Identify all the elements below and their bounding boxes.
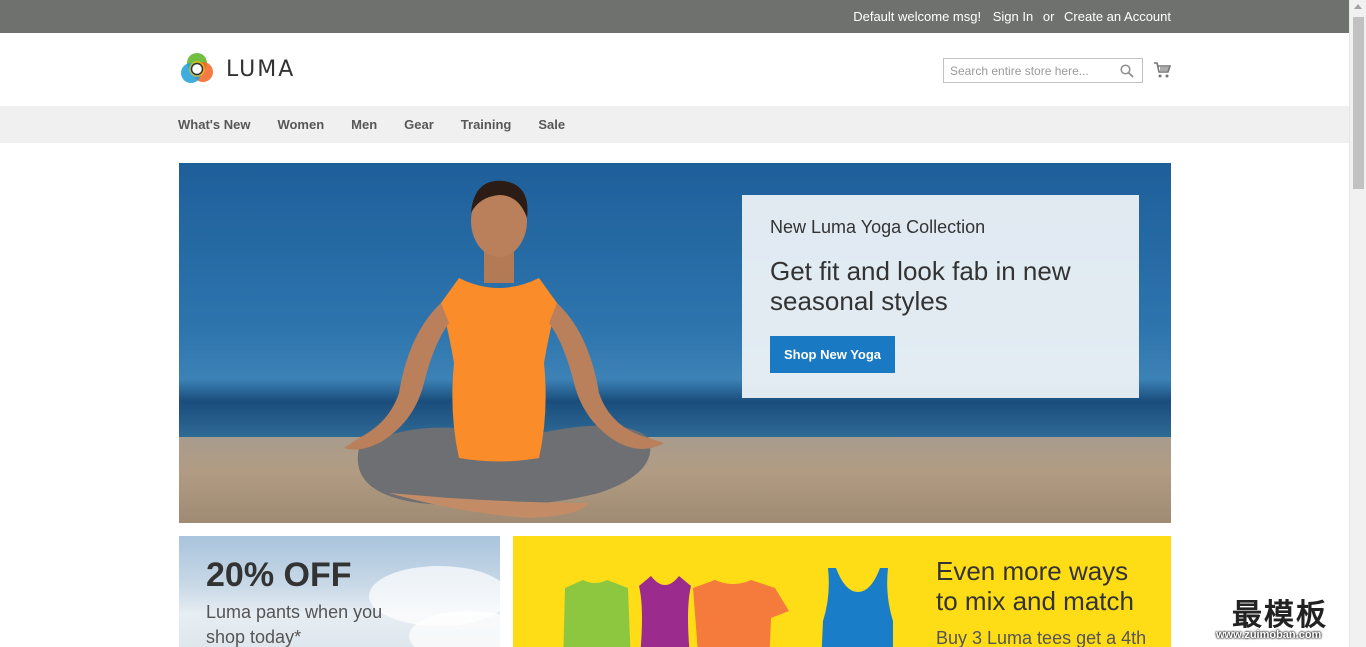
promo-pants-banner[interactable]: 20% OFF Luma pants when you shop today*: [179, 536, 500, 647]
search-input[interactable]: [944, 59, 1114, 82]
search-box: [943, 58, 1143, 83]
nav-item-training[interactable]: Training: [461, 106, 512, 143]
hero-title: Get fit and look fab in new seasonal sty…: [770, 256, 1071, 316]
create-account-link[interactable]: Create an Account: [1064, 9, 1171, 24]
logo-text: LUMA: [226, 56, 296, 82]
scrollbar[interactable]: [1349, 0, 1366, 647]
yoga-woman-image: [344, 180, 664, 518]
nav-item-sale[interactable]: Sale: [538, 106, 565, 143]
sign-in-link[interactable]: Sign In: [993, 9, 1033, 24]
scroll-up-arrow-icon[interactable]: [1354, 4, 1362, 9]
main-nav: What's New Women Men Gear Training Sale: [0, 106, 1349, 143]
promo-tees-banner[interactable]: Even more ways to mix and match Buy 3 Lu…: [513, 536, 1171, 647]
shop-new-yoga-button[interactable]: Shop New Yoga: [770, 336, 896, 373]
search-icon[interactable]: [1120, 64, 1134, 78]
scrollbar-thumb[interactable]: [1353, 17, 1364, 189]
watermark-url: www.zuimoban.com: [1216, 629, 1322, 641]
watermark-logo-text: 最模板: [1232, 598, 1328, 633]
promo-left-title: 20% OFF: [206, 556, 352, 594]
hero-kicker: New Luma Yoga Collection: [770, 217, 986, 237]
promo-right-text: Buy 3 Luma tees get a 4th: [936, 628, 1147, 647]
promo-right-title: Even more ways to mix and match: [936, 556, 1134, 616]
header: LUMA: [0, 33, 1349, 106]
welcome-message: Default welcome msg!: [853, 9, 982, 24]
tees-image: [563, 568, 893, 647]
hero-content-box: New Luma Yoga Collection Get fit and loo…: [742, 195, 1139, 398]
luma-logo-icon: [181, 53, 213, 83]
nav-item-gear[interactable]: Gear: [404, 106, 434, 143]
nav-item-women[interactable]: Women: [277, 106, 324, 143]
hero-banner[interactable]: New Luma Yoga Collection Get fit and loo…: [179, 163, 1171, 523]
nav-item-whats-new[interactable]: What's New: [178, 106, 250, 143]
promo-left-text: Luma pants when you shop today*: [206, 602, 383, 647]
nav-item-men[interactable]: Men: [351, 106, 377, 143]
watermark: 最模板 www.zuimoban.com: [1208, 588, 1366, 647]
cart-icon[interactable]: [1153, 61, 1171, 79]
top-panel: Default welcome msg! Sign In or Create a…: [0, 0, 1349, 33]
logo[interactable]: LUMA: [179, 51, 295, 87]
or-separator: or: [1042, 9, 1055, 24]
top-links: Default welcome msg! Sign In or Create a…: [853, 9, 1171, 24]
